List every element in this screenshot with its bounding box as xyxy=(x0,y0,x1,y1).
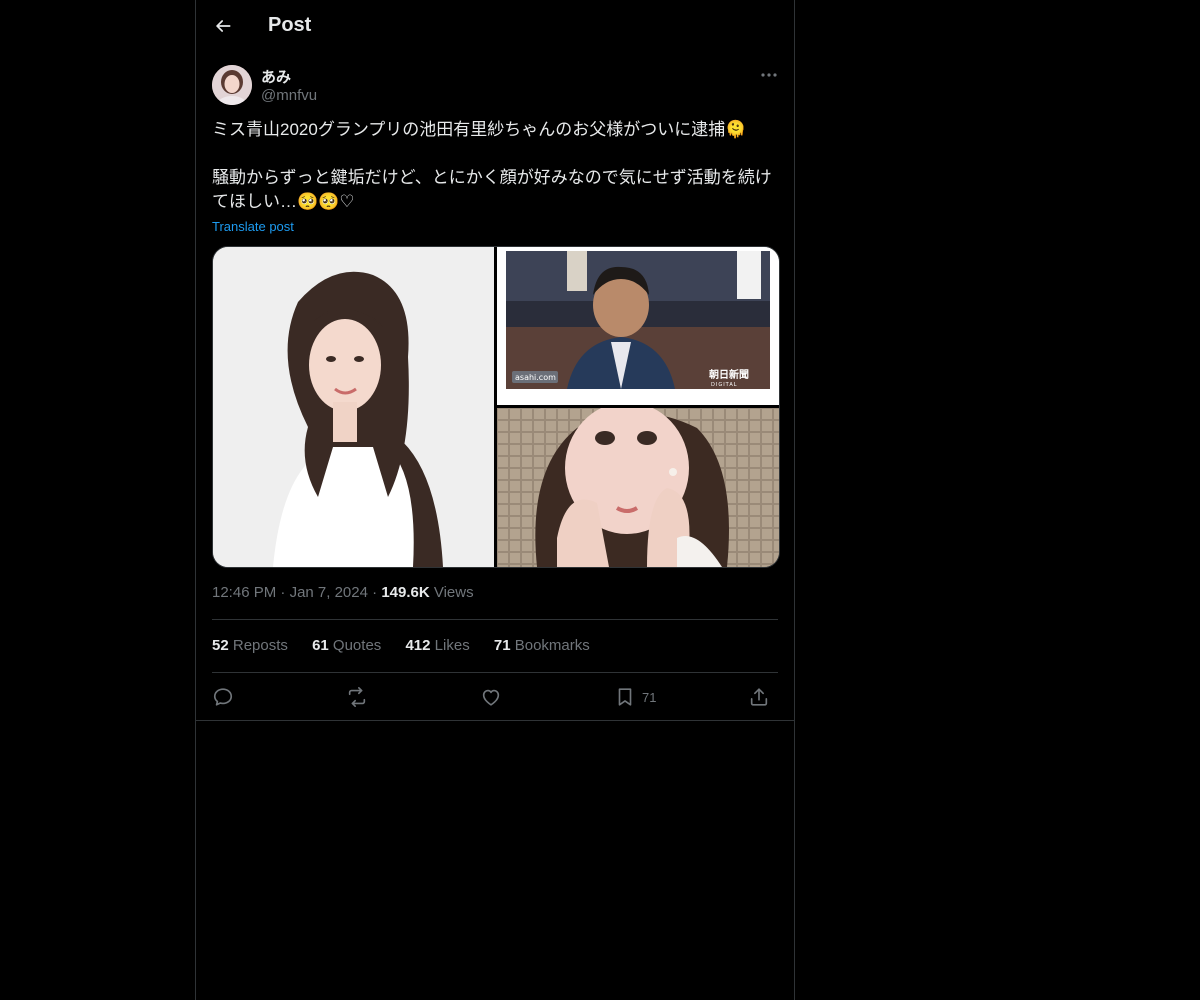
share-button[interactable] xyxy=(748,683,770,711)
bookmark-count: 71 xyxy=(642,689,657,705)
header: Post xyxy=(196,0,794,54)
media-grid: asahi.com 朝日新聞 DIGITAL xyxy=(212,246,780,568)
post-date[interactable]: Jan 7, 2024 xyxy=(290,584,368,601)
divider xyxy=(212,672,778,673)
more-horizontal-icon xyxy=(761,73,777,77)
likes-label: Likes xyxy=(434,637,470,654)
photo-woman-white-top[interactable] xyxy=(213,247,494,567)
repost-button[interactable] xyxy=(346,683,368,711)
share-icon xyxy=(750,688,768,706)
translate-post-link[interactable]: Translate post xyxy=(212,219,294,234)
reposts-label: Reposts xyxy=(232,637,288,654)
page-title: Post xyxy=(268,14,312,36)
engagement-stats: 52 Reposts 61 Quotes 412 Likes 71 Bookma… xyxy=(212,637,610,654)
bookmark-icon xyxy=(618,688,632,706)
bookmarks-count: 71 xyxy=(493,637,511,654)
avatar-image xyxy=(212,65,252,105)
avatar[interactable] xyxy=(212,65,252,105)
post-text-spacer xyxy=(212,142,778,166)
heart-icon xyxy=(482,689,500,706)
like-button[interactable] xyxy=(480,683,502,711)
reposts-count: 52 xyxy=(212,637,229,654)
bookmarks-stat[interactable]: 71 Bookmarks xyxy=(494,637,590,654)
quotes-label: Quotes xyxy=(332,637,382,654)
meta-separator: · xyxy=(280,584,290,601)
divider xyxy=(212,619,778,620)
quotes-count: 61 xyxy=(312,637,329,654)
reply-button[interactable] xyxy=(212,683,234,711)
post-time[interactable]: 12:46 PM xyxy=(212,584,276,601)
photo-woman-hands-face[interactable] xyxy=(497,408,779,567)
views-count: 149.6K xyxy=(381,584,430,601)
post-text-line: 騒動からずっと鍵垢だけど、とにかく顔が好みなので気にせず活動を続けてほしい…🥺🥺… xyxy=(212,168,772,211)
quotes-stat[interactable]: 61 Quotes xyxy=(312,637,381,654)
author-display-name[interactable]: あみ xyxy=(261,66,291,87)
post-text-line: ミス青山2020グランプリの池田有里紗ちゃんのお父様がついに逮捕🫠 xyxy=(212,120,747,139)
reposts-stat[interactable]: 52 Reposts xyxy=(212,637,288,654)
photo-news-man[interactable]: asahi.com 朝日新聞 DIGITAL xyxy=(497,247,779,405)
meta-separator: · xyxy=(372,584,382,601)
author-handle[interactable]: @mnfvu xyxy=(261,87,317,104)
likes-count: 412 xyxy=(405,637,431,654)
back-button[interactable] xyxy=(206,9,240,43)
action-bar: 71 xyxy=(212,683,778,713)
repost-icon xyxy=(348,687,366,707)
bookmark-button[interactable]: 71 xyxy=(614,683,656,711)
watermark-asahi-shimbun: 朝日新聞 xyxy=(709,368,749,381)
reply-icon xyxy=(213,688,233,706)
post-meta: 12:46 PM · Jan 7, 2024 · 149.6K Views xyxy=(212,584,474,601)
watermark-digital: DIGITAL xyxy=(711,382,738,388)
divider xyxy=(196,720,794,721)
post-text: ミス青山2020グランプリの池田有里紗ちゃんのお父様がついに逮捕🫠 騒動からずっ… xyxy=(212,118,778,214)
post-column: Post あみ @mnfvu ミス青山2020グランプリの池田有里紗ちゃんのお父… xyxy=(195,0,795,1000)
watermark-asahi-com: asahi.com xyxy=(515,373,556,382)
more-button[interactable] xyxy=(758,64,780,86)
views-label: Views xyxy=(433,584,474,601)
likes-stat[interactable]: 412 Likes xyxy=(405,637,469,654)
arrow-left-icon xyxy=(216,20,231,32)
bookmarks-label: Bookmarks xyxy=(514,637,590,654)
